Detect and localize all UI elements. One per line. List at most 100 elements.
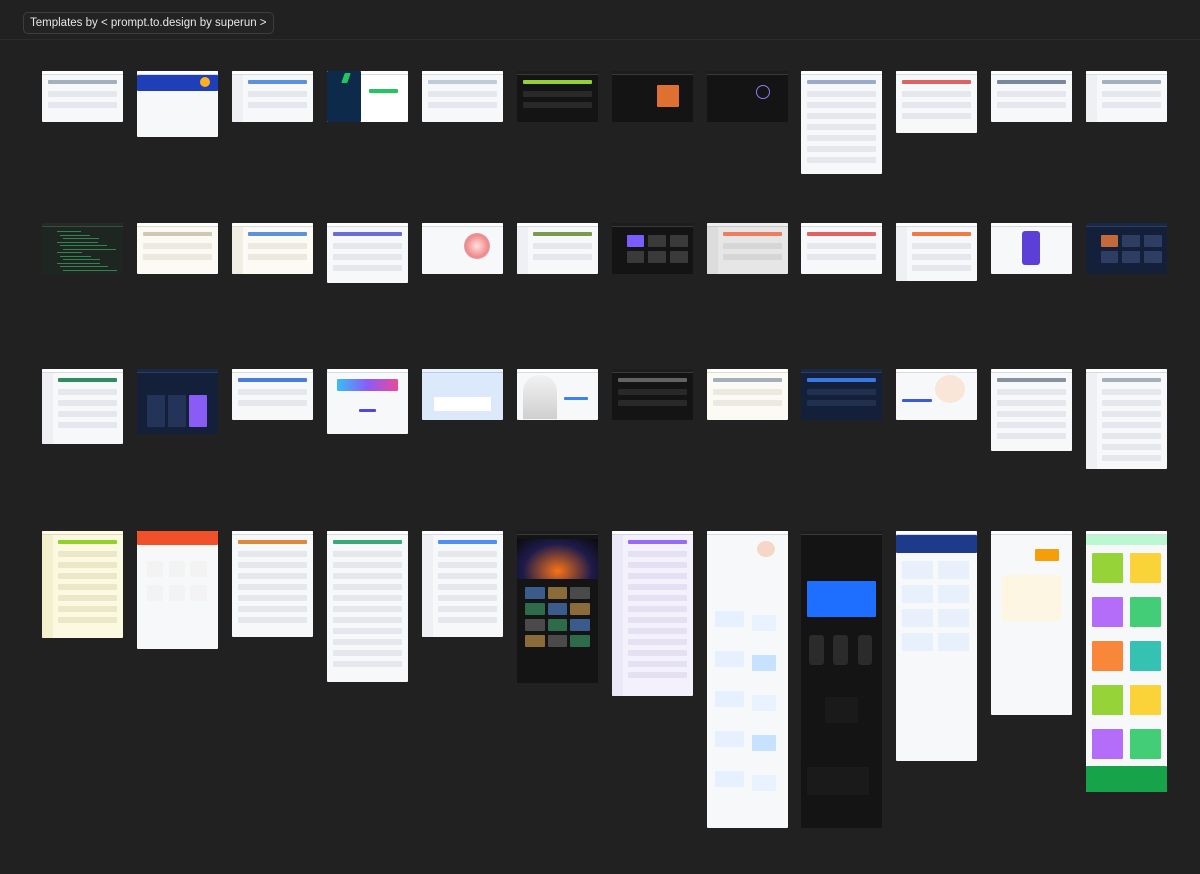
thumbnail-content-row	[1102, 378, 1161, 382]
template-thumbnail[interactable]	[137, 223, 218, 274]
template-thumbnail[interactable]	[896, 369, 977, 420]
template-thumbnail[interactable]	[612, 223, 693, 274]
template-thumbnail[interactable]	[422, 71, 503, 122]
template-thumbnail[interactable]	[801, 223, 882, 274]
thumbnail-content-row	[58, 573, 117, 579]
template-thumbnail[interactable]	[327, 531, 408, 682]
template-thumbnail[interactable]	[612, 369, 693, 420]
template-thumbnail[interactable]	[991, 223, 1072, 274]
thumbnail-sidebar	[1086, 373, 1098, 469]
template-thumbnail[interactable]	[896, 223, 977, 281]
thumbnail-content-row	[902, 102, 971, 108]
thumbnail-content-row	[807, 135, 876, 141]
template-thumbnail[interactable]	[707, 71, 788, 122]
thumbnail-media-tile	[1100, 235, 1119, 247]
template-thumbnail[interactable]	[137, 369, 218, 434]
board-title[interactable]: Templates by < prompt.to.design by super…	[23, 12, 274, 34]
template-thumbnail[interactable]	[1086, 369, 1167, 469]
thumbnail-content-row	[333, 540, 402, 544]
template-thumbnail[interactable]	[42, 369, 123, 444]
thumbnail-content-row	[248, 91, 307, 97]
template-thumbnail[interactable]	[612, 531, 693, 696]
thumbnail-media-tile	[648, 235, 667, 247]
thumbnail-plan-card	[146, 395, 165, 427]
thumbnail-content-row	[143, 232, 212, 236]
thumbnail-sidebar	[232, 227, 244, 274]
thumbnail-content-row	[58, 551, 117, 557]
template-thumbnail[interactable]	[1086, 531, 1167, 792]
thumbnail-phone	[809, 635, 824, 665]
thumbnail-panel	[825, 697, 858, 723]
template-thumbnail[interactable]	[232, 531, 313, 637]
thumbnail-content-row	[238, 540, 307, 544]
template-thumbnail[interactable]	[517, 223, 598, 274]
template-thumbnail[interactable]	[232, 369, 313, 420]
template-thumbnail[interactable]	[612, 71, 693, 122]
thumbnail-feature-card	[1002, 575, 1061, 621]
template-thumbnail[interactable]	[896, 531, 977, 761]
template-thumbnail[interactable]	[517, 369, 598, 420]
template-thumbnail[interactable]	[422, 223, 503, 274]
thumbnail-content-row	[1102, 91, 1161, 97]
thumbnail-media-tile	[670, 251, 689, 263]
thumbnail-content-row	[997, 389, 1066, 395]
thumbnail-content-row	[58, 562, 117, 568]
template-thumbnail[interactable]	[42, 223, 123, 274]
thumbnail-content-row	[723, 243, 782, 249]
thumbnail-content-row	[902, 91, 971, 97]
template-thumbnail[interactable]	[42, 71, 123, 122]
template-thumbnail[interactable]	[1086, 71, 1167, 122]
template-thumbnail[interactable]	[991, 531, 1072, 715]
thumbnail-content-row	[333, 595, 402, 601]
thumbnail-top-bar	[42, 223, 123, 227]
thumbnail-top-bar	[232, 223, 313, 227]
thumbnail-top-bar	[801, 369, 882, 373]
template-thumbnail[interactable]	[422, 369, 503, 420]
template-thumbnail[interactable]	[991, 369, 1072, 451]
thumbnail-content-row	[1102, 411, 1161, 417]
template-thumbnail[interactable]	[1086, 223, 1167, 274]
template-thumbnail[interactable]	[801, 71, 882, 174]
template-thumbnail[interactable]	[422, 531, 503, 637]
thumbnail-content-row	[238, 584, 307, 590]
thumbnail-code-line	[63, 248, 116, 250]
template-thumbnail[interactable]	[137, 71, 218, 137]
template-thumbnail[interactable]	[707, 223, 788, 274]
thumbnail-content-row	[523, 80, 592, 84]
template-thumbnail[interactable]	[232, 71, 313, 122]
template-thumbnail[interactable]	[137, 531, 218, 649]
thumbnail-media-tile	[1144, 235, 1163, 247]
thumbnail-top-bar	[327, 369, 408, 373]
thumbnail-sidebar	[42, 535, 54, 638]
thumbnail-content-row	[428, 80, 497, 84]
thumbnail-top-bar	[232, 71, 313, 75]
thumbnail-sidebar	[612, 535, 624, 696]
thumbnail-illustration	[934, 375, 965, 403]
template-thumbnail[interactable]	[801, 369, 882, 420]
thumbnail-resource-tile	[1092, 597, 1124, 627]
thumbnail-top-bar	[137, 369, 218, 373]
template-thumbnail[interactable]	[896, 71, 977, 133]
thumbnail-feature	[715, 771, 745, 787]
template-thumbnail[interactable]	[327, 223, 408, 283]
thumbnail-top-bar	[612, 531, 693, 535]
thumbnail-feature	[715, 731, 745, 747]
thumbnail-content-row	[1102, 102, 1161, 108]
template-thumbnail[interactable]	[517, 71, 598, 122]
thumbnail-video	[656, 85, 680, 107]
thumbnail-content-row	[438, 595, 497, 601]
template-thumbnail[interactable]	[517, 531, 598, 683]
template-thumbnail[interactable]	[327, 369, 408, 434]
template-thumbnail[interactable]	[707, 531, 788, 828]
thumbnail-code-line	[59, 266, 109, 267]
template-thumbnail[interactable]	[42, 531, 123, 638]
thumbnail-course-card	[902, 561, 934, 579]
template-thumbnail[interactable]	[232, 223, 313, 274]
template-thumbnail[interactable]	[801, 531, 882, 828]
thumbnail-button	[359, 409, 376, 412]
template-thumbnail[interactable]	[327, 71, 408, 122]
template-thumbnail[interactable]	[707, 369, 788, 420]
template-thumbnail[interactable]	[991, 71, 1072, 122]
thumbnail-course-card	[902, 633, 934, 651]
thumbnail-feature	[715, 691, 745, 707]
